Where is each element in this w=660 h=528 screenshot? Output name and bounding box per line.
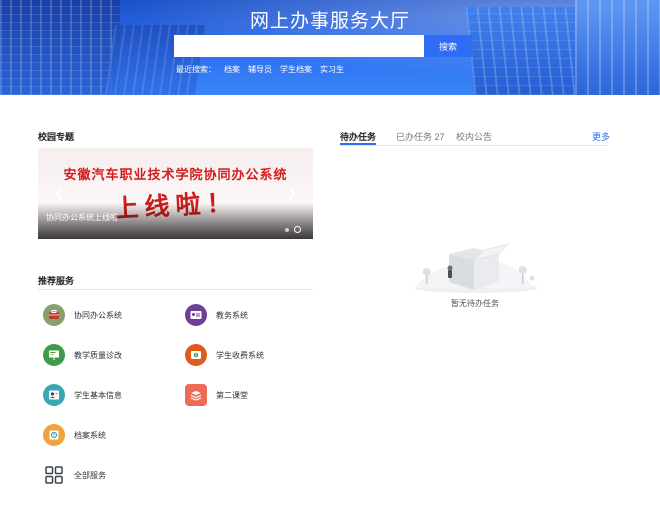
service-label: 第二课堂 [216, 390, 248, 400]
recommended-services-title: 推荐服务 [38, 276, 75, 286]
service-item-office[interactable]: 协同办公系统 [43, 304, 122, 326]
service-label: 教学质量诊改 [74, 350, 122, 360]
service-item-teaching-quality[interactable]: 教学质量诊改 [43, 344, 122, 366]
campus-carousel[interactable]: 安徽汽车职业技术学院协同办公系统 上线啦！ 协同办公系统上线啦 ❮ ❯ [38, 148, 313, 239]
slide-caption[interactable]: 协同办公系统上线啦 [46, 212, 118, 223]
service-label: 学生收费系统 [216, 350, 264, 360]
recent-keyword[interactable]: 学生档案 [280, 65, 312, 74]
service-item-second-classroom[interactable]: 第二课堂 [185, 384, 248, 406]
carousel-dots [280, 226, 301, 233]
grid-icon [43, 464, 65, 486]
tab-pending-tasks[interactable]: 待办任务 [340, 130, 376, 143]
service-item-academic[interactable]: 教务系统 [185, 304, 248, 326]
recent-keyword[interactable]: 实习生 [320, 65, 344, 74]
recent-searches: 最近搜索： 档案 辅导员 学生档案 实习生 [176, 64, 352, 75]
presentation-icon [43, 344, 65, 366]
tabs-divider [340, 145, 608, 146]
service-item-student-info[interactable]: 学生基本信息 [43, 384, 122, 406]
service-item-student-fees[interactable]: 学生收费系统 [185, 344, 264, 366]
carousel-dot-active[interactable] [294, 226, 301, 233]
empty-state-text: 暂无待办任务 [451, 299, 499, 308]
chevron-left-icon[interactable]: ❮ [54, 186, 64, 200]
header-banner: 网上办事服务大厅 搜索 最近搜索： 档案 辅导员 学生档案 实习生 [0, 0, 660, 95]
recent-keyword[interactable]: 辅导员 [248, 65, 272, 74]
user-info-icon [43, 384, 65, 406]
empty-box-icon [404, 234, 544, 299]
briefcase-icon [43, 304, 65, 326]
tab-campus-notices[interactable]: 校内公告 [456, 130, 492, 143]
payment-icon [185, 344, 207, 366]
site-title: 网上办事服务大厅 [249, 11, 410, 32]
recent-keyword[interactable]: 档案 [224, 65, 240, 74]
recent-searches-label: 最近搜索： [176, 65, 216, 74]
search-input[interactable] [174, 35, 424, 57]
service-item-archives[interactable]: 档案系统 [43, 424, 106, 446]
chevron-right-icon[interactable]: ❯ [287, 186, 297, 200]
service-label: 协同办公系统 [74, 310, 122, 320]
service-label: 教务系统 [216, 310, 248, 320]
service-label: 档案系统 [74, 430, 106, 440]
archive-icon [43, 424, 65, 446]
service-label: 全部服务 [74, 470, 106, 480]
active-tab-indicator [340, 143, 376, 145]
campus-topics-title: 校园专题 [38, 132, 75, 142]
service-label: 学生基本信息 [74, 390, 122, 400]
search-button[interactable]: 搜索 [424, 35, 472, 57]
section-divider [38, 289, 313, 290]
carousel-dot[interactable] [285, 227, 289, 232]
service-item-all-services[interactable]: 全部服务 [43, 464, 106, 486]
tab-completed-tasks[interactable]: 已办任务 27 [396, 130, 445, 143]
id-card-icon [185, 304, 207, 326]
more-link[interactable]: 更多 [592, 130, 610, 143]
book-icon [185, 384, 207, 406]
